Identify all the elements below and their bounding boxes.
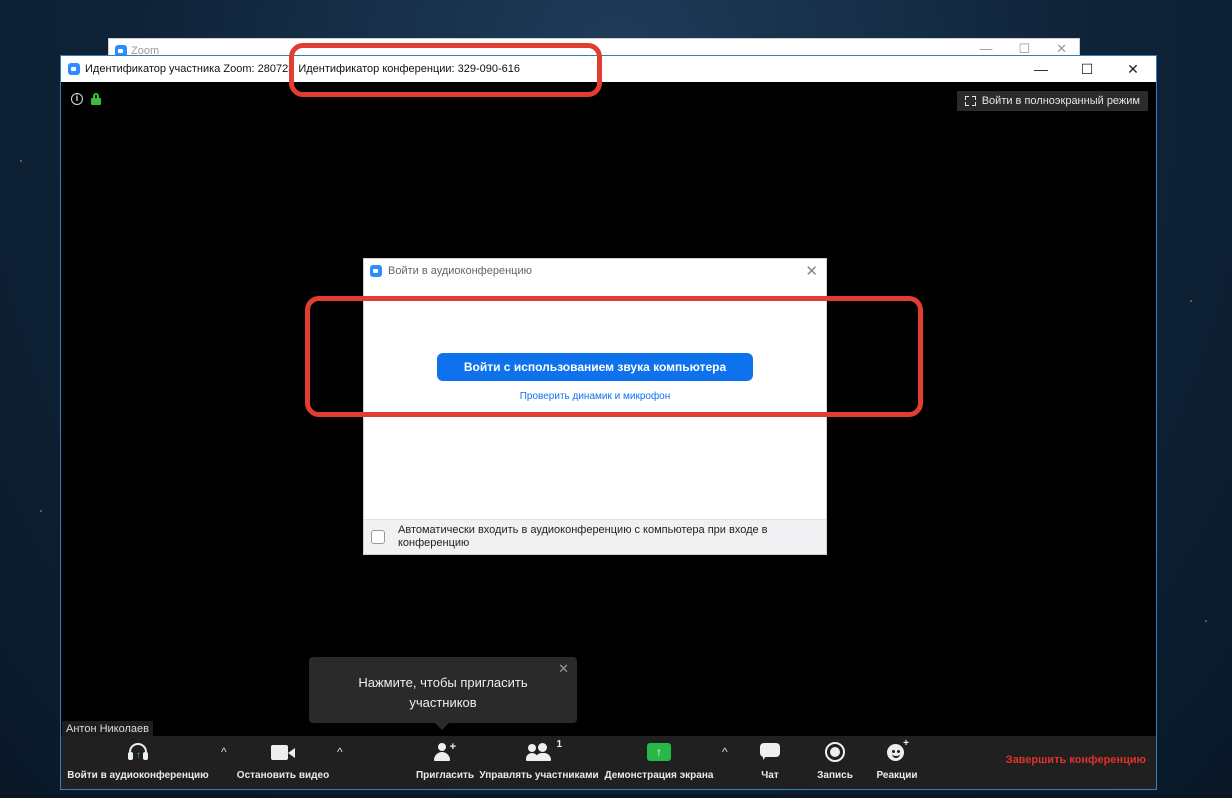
taskbar-edge xyxy=(0,794,1232,798)
fullscreen-icon xyxy=(964,96,976,106)
dialog-footer: Автоматически входить в аудиоконференцию… xyxy=(364,519,826,554)
meeting-status-icons: i xyxy=(71,93,101,105)
chat-button[interactable]: Чат xyxy=(753,740,787,781)
zoom-logo-icon xyxy=(370,265,382,277)
close-button[interactable]: ✕ xyxy=(1110,56,1156,82)
end-meeting-button[interactable]: Завершить конференцию xyxy=(1006,754,1146,766)
reactions-icon: + xyxy=(887,738,909,764)
participant-name-tag: Антон Николаев xyxy=(62,721,153,737)
fullscreen-label: Войти в полноэкранный режим xyxy=(981,95,1140,107)
participants-icon: 1 xyxy=(526,739,562,764)
auto-join-checkbox[interactable] xyxy=(371,530,385,544)
participant-id-title: Идентификатор участника Zoom: 280723 xyxy=(85,63,295,75)
maximize-button[interactable]: ☐ xyxy=(1064,56,1110,82)
fullscreen-button[interactable]: Войти в полноэкранный режим xyxy=(956,91,1148,111)
video-options-caret-icon[interactable]: ^ xyxy=(337,745,343,759)
lock-icon[interactable] xyxy=(91,93,101,105)
add-participant-icon: + xyxy=(434,740,456,764)
headphones-icon: ↑ xyxy=(128,740,148,764)
share-screen-button[interactable]: ↑ Демонстрация экрана xyxy=(601,740,717,781)
invite-tooltip: Нажмите, чтобы пригласить участников ✕ xyxy=(309,657,577,730)
join-audio-button[interactable]: ↑ Войти в аудиоконференцию xyxy=(63,740,213,781)
tooltip-close-icon[interactable]: ✕ xyxy=(558,661,569,677)
invite-label: Пригласить xyxy=(415,770,475,781)
join-audio-highlight xyxy=(305,296,923,417)
record-button[interactable]: Запись xyxy=(813,740,857,781)
zoom-logo-icon xyxy=(68,63,80,75)
minimize-button[interactable]: — xyxy=(1018,56,1064,82)
reactions-label: Реакции xyxy=(876,770,918,781)
info-icon[interactable]: i xyxy=(71,93,83,105)
desktop-star xyxy=(1190,300,1192,302)
share-options-caret-icon[interactable]: ^ xyxy=(722,745,728,759)
share-screen-icon: ↑ xyxy=(647,740,671,764)
stop-video-label: Остановить видео xyxy=(236,770,330,781)
invite-tooltip-text: Нажмите, чтобы пригласить участников xyxy=(358,675,528,710)
manage-participants-label: Управлять участниками xyxy=(479,770,599,781)
chat-label: Чат xyxy=(761,770,779,781)
auto-join-label[interactable]: Автоматически входить в аудиоконференцию… xyxy=(398,524,818,550)
manage-participants-button[interactable]: 1 Управлять участниками xyxy=(477,739,601,781)
dialog-title: Войти в аудиоконференцию xyxy=(388,265,532,277)
join-audio-label: Войти в аудиоконференцию xyxy=(67,770,209,781)
title-bar[interactable]: Идентификатор участника Zoom: 280723 Иде… xyxy=(61,56,1156,82)
desktop-star xyxy=(1205,620,1207,622)
desktop-star xyxy=(20,160,22,162)
record-icon xyxy=(825,740,845,764)
meeting-id-highlight xyxy=(289,43,602,97)
dialog-header: Войти в аудиоконференцию xyxy=(370,265,532,277)
audio-options-caret-icon[interactable]: ^ xyxy=(221,745,227,759)
participants-count-badge: 1 xyxy=(556,739,562,750)
record-label: Запись xyxy=(817,770,853,781)
video-camera-icon xyxy=(271,740,295,764)
share-screen-label: Демонстрация экрана xyxy=(604,770,714,781)
invite-button[interactable]: + Пригласить xyxy=(413,740,477,781)
dialog-close-icon[interactable]: ✕ xyxy=(805,262,818,280)
reactions-button[interactable]: + Реакции xyxy=(869,738,925,781)
window-controls: — ☐ ✕ xyxy=(1018,56,1156,82)
meeting-toolbar: ↑ Войти в аудиоконференцию ^ Остановить … xyxy=(61,736,1156,789)
desktop-star xyxy=(40,510,42,512)
stop-video-button[interactable]: Остановить видео xyxy=(235,740,331,781)
chat-icon xyxy=(760,740,780,764)
meeting-window: Идентификатор участника Zoom: 280723 Иде… xyxy=(60,55,1157,790)
